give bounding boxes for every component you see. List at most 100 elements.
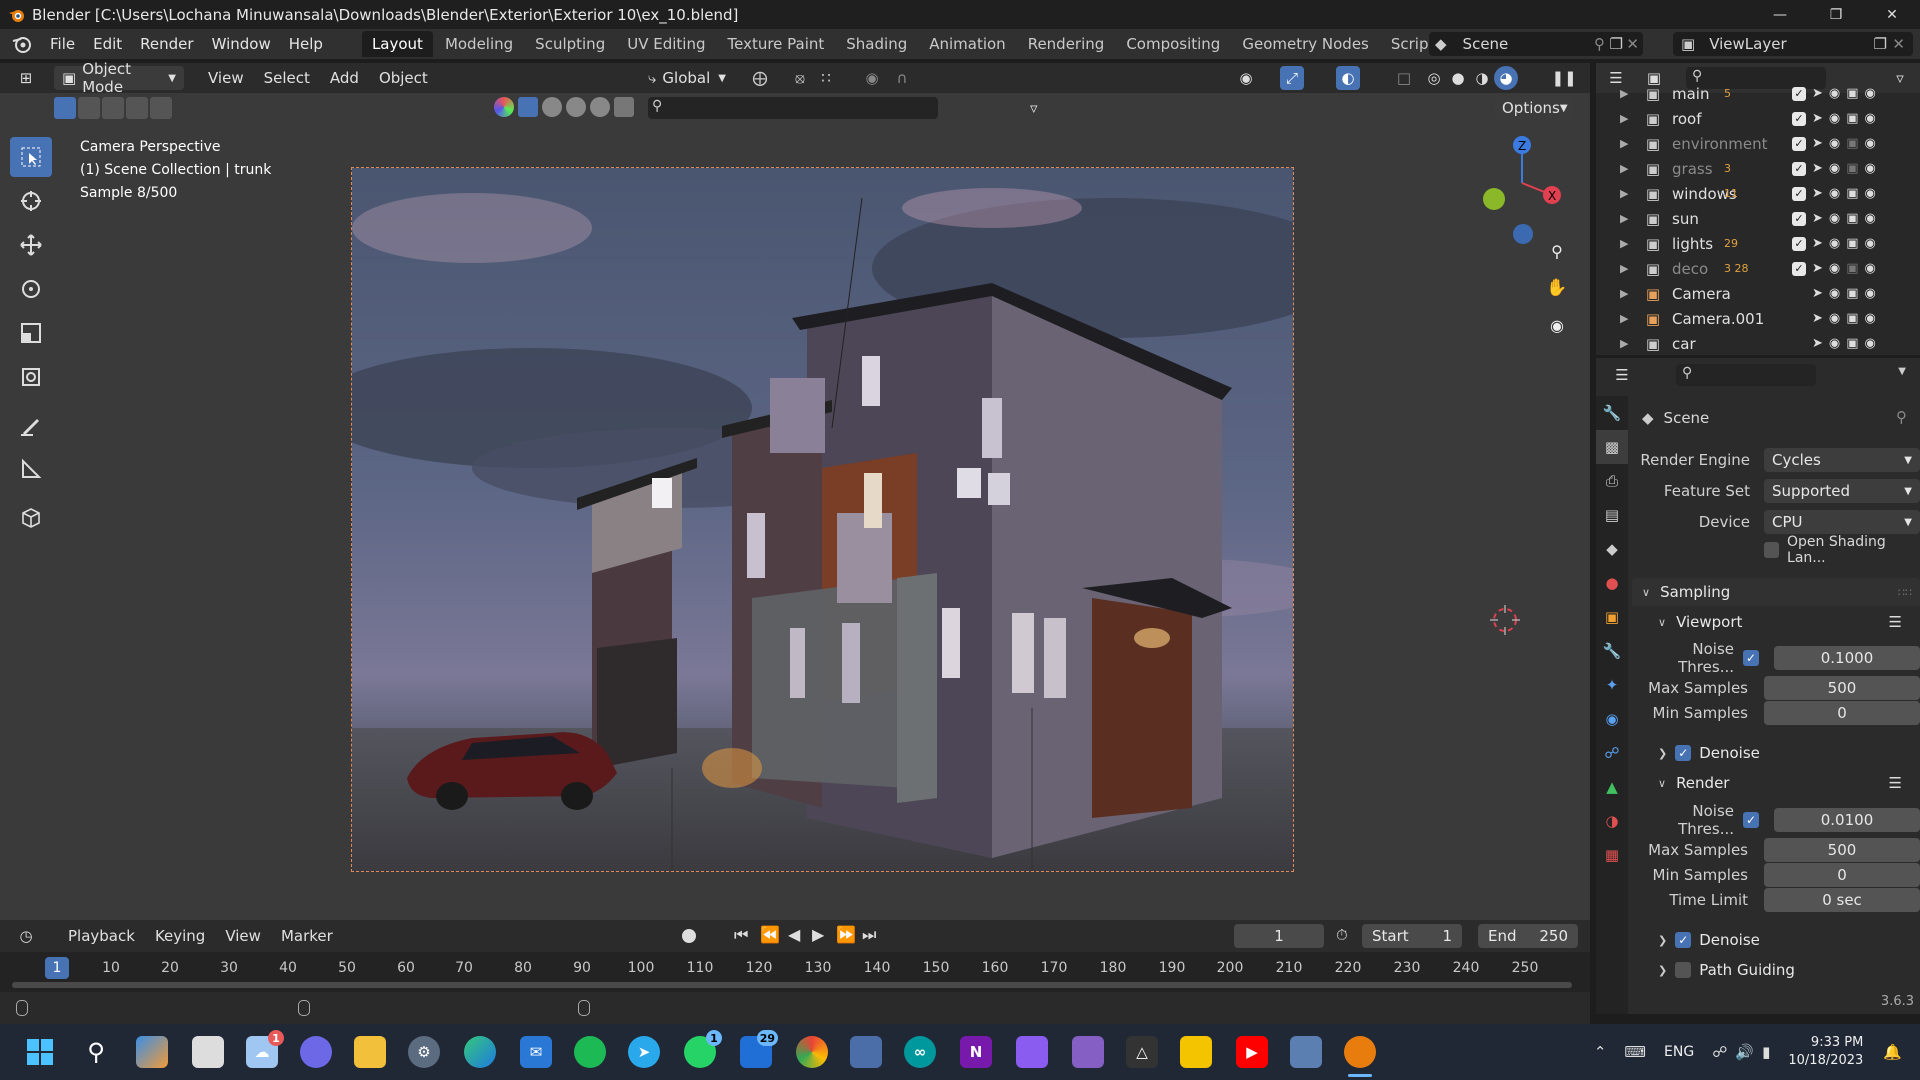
remove-scene-icon[interactable]: ✕ — [1626, 35, 1639, 53]
texture-tab-icon[interactable]: ▦ — [1596, 838, 1628, 872]
selectable-icon[interactable]: ➤ — [1812, 161, 1823, 176]
menu-help[interactable]: Help — [280, 35, 332, 53]
eye-icon[interactable]: ◉ — [1829, 136, 1840, 151]
render-subpanel-header[interactable]: ∨ Render ☰ — [1632, 769, 1920, 797]
viewport-noise-field[interactable]: 0.1000 — [1774, 646, 1920, 670]
menu-keying[interactable]: Keying — [145, 927, 215, 945]
record-icon[interactable] — [682, 929, 696, 943]
eye-icon[interactable]: ◉ — [1829, 286, 1840, 301]
eye-icon[interactable]: ◉ — [1829, 161, 1840, 176]
weather-icon[interactable]: ☁ 1 — [246, 1030, 284, 1068]
start-frame-field[interactable]: Start 1 — [1362, 924, 1462, 948]
render-camera-icon[interactable]: ◉ — [1865, 311, 1876, 326]
render-camera-icon[interactable]: ◉ — [1865, 186, 1876, 201]
language-indicator[interactable]: ENG — [1664, 1044, 1694, 1060]
expand-arrow-icon[interactable]: ▶ — [1620, 87, 1634, 100]
physics-tab-icon[interactable]: ◉ — [1596, 702, 1628, 736]
tool-tab-icon[interactable]: 🔧 — [1596, 396, 1628, 430]
tab-layout[interactable]: Layout — [361, 31, 433, 57]
timeline-scrollbar[interactable] — [12, 982, 1572, 988]
material-tab-icon[interactable]: ◑ — [1596, 804, 1628, 838]
overlay-toggle-icon[interactable]: ◐ — [1336, 66, 1360, 90]
viewport-noise-checkbox[interactable]: ✓ — [1743, 650, 1759, 666]
render-camera-icon[interactable]: ◉ — [1865, 286, 1876, 301]
new-scene-icon[interactable]: ❐ — [1610, 35, 1623, 53]
viewport-disable-icon[interactable]: ▣ — [1846, 86, 1858, 101]
expand-arrow-icon[interactable]: ▶ — [1620, 237, 1634, 250]
unity-icon[interactable]: △ — [1126, 1036, 1158, 1068]
task-view-icon[interactable] — [192, 1036, 224, 1068]
path-guiding-header[interactable]: ❯ Path Guiding — [1632, 956, 1920, 984]
presets-icon[interactable]: ☰ — [1889, 774, 1902, 792]
file-explorer-icon[interactable] — [354, 1036, 386, 1068]
feature-set-dropdown[interactable]: Supported ▼ — [1764, 479, 1920, 503]
render-noise-field[interactable]: 0.0100 — [1774, 808, 1920, 832]
tab-shading[interactable]: Shading — [836, 31, 917, 57]
viewport-disable-icon[interactable]: ▣ — [1846, 161, 1858, 176]
render-camera-icon[interactable]: ◉ — [1865, 111, 1876, 126]
cursor-tool-icon[interactable] — [10, 181, 52, 221]
youtube-icon[interactable]: ▶ — [1236, 1036, 1268, 1068]
sphere-icon[interactable] — [566, 97, 586, 117]
editor-type-icon[interactable]: ⊞ — [14, 66, 38, 90]
path-guiding-checkbox[interactable] — [1675, 962, 1692, 978]
presets-icon[interactable]: ☰ — [1889, 613, 1902, 631]
menu-marker[interactable]: Marker — [271, 927, 343, 945]
new-view-layer-icon[interactable]: ❐ — [1874, 35, 1887, 53]
outliner-row[interactable]: ▶ ▣ car ➤ ◉ ▣ ◉ — [1596, 331, 1920, 355]
expand-arrow-icon[interactable]: ▶ — [1620, 287, 1634, 300]
viewport-disable-icon[interactable]: ▣ — [1846, 186, 1858, 201]
pivot-icon[interactable]: ⨁ — [748, 66, 772, 90]
expand-arrow-icon[interactable]: ▶ — [1620, 337, 1634, 350]
chrome-icon[interactable] — [796, 1036, 828, 1068]
close-button[interactable]: ✕ — [1864, 0, 1920, 29]
eye-icon[interactable]: ◉ — [1829, 111, 1840, 126]
osl-checkbox[interactable] — [1764, 542, 1780, 558]
selectable-icon[interactable]: ➤ — [1812, 286, 1823, 301]
mode-dropdown[interactable]: ▣ Object Mode ▼ — [54, 60, 184, 96]
render-noise-checkbox[interactable]: ✓ — [1743, 812, 1759, 828]
stopwatch-icon[interactable]: ⏱ — [1336, 926, 1348, 944]
sphere-icon[interactable] — [590, 97, 610, 117]
timeline-editor-type-icon[interactable]: ◷ — [14, 924, 38, 948]
add-cube-tool-icon[interactable] — [10, 497, 52, 537]
menu-edit[interactable]: Edit — [84, 35, 131, 53]
chevron-up-icon[interactable]: ⌃ — [1594, 1043, 1607, 1061]
select-extend-icon[interactable] — [78, 97, 100, 119]
outliner-row[interactable]: ▶ ▣ sun ✓ ➤ ◉ ▣ ◉ — [1596, 206, 1920, 231]
visibility-icon[interactable]: ◉ — [1234, 66, 1258, 90]
app-icon[interactable] — [850, 1036, 882, 1068]
render-pass-icons[interactable] — [494, 97, 634, 117]
pin-icon[interactable]: ⚲ — [1896, 408, 1907, 426]
viewport-max-samples-field[interactable]: 500 — [1764, 676, 1920, 700]
sphere-icon[interactable] — [542, 97, 562, 117]
viewport-denoise-checkbox[interactable]: ✓ — [1675, 745, 1692, 761]
menu-window[interactable]: Window — [203, 35, 280, 53]
mail-icon[interactable]: ✉ — [520, 1036, 552, 1068]
selectable-icon[interactable]: ➤ — [1812, 311, 1823, 326]
render-denoise-header[interactable]: ❯ ✓ Denoise — [1632, 926, 1920, 954]
current-frame-field[interactable]: 1 — [1234, 924, 1324, 948]
render-camera-icon[interactable]: ◉ — [1865, 336, 1876, 351]
network-icon[interactable]: ☍ — [1712, 1043, 1727, 1061]
viewport-denoise-header[interactable]: ❯ ✓ Denoise — [1632, 739, 1920, 767]
blender-menu-icon[interactable] — [11, 33, 33, 55]
outliner-row[interactable]: ▶ ▣ grass 3 ✓ ➤ ◉ ▣ ◉ — [1596, 156, 1920, 181]
select-invert-icon[interactable] — [126, 97, 148, 119]
arduino-icon[interactable]: ∞ — [904, 1036, 936, 1068]
edge-icon[interactable] — [464, 1036, 496, 1068]
3d-cursor-icon[interactable] — [1490, 605, 1520, 635]
particles-tab-icon[interactable]: ✦ — [1596, 668, 1628, 702]
next-key-icon[interactable]: ⏩ — [836, 925, 856, 944]
selectable-icon[interactable]: ➤ — [1812, 136, 1823, 151]
whatsapp-icon[interactable]: 1 — [684, 1030, 722, 1068]
pin-icon[interactable]: ⚲ — [1594, 35, 1605, 53]
eye-icon[interactable]: ◉ — [1829, 261, 1840, 276]
solid-shading-icon[interactable]: ● — [1446, 66, 1470, 90]
view-layer-selector[interactable]: ▣ ViewLayer ❐ ✕ — [1673, 32, 1913, 56]
notes-icon[interactable] — [1180, 1036, 1212, 1068]
expand-arrow-icon[interactable]: ▶ — [1620, 112, 1634, 125]
viewport-disable-icon[interactable]: ▣ — [1846, 236, 1858, 251]
exclude-checkbox[interactable]: ✓ — [1792, 261, 1806, 276]
rendered-shading-icon[interactable]: ◕ — [1494, 66, 1518, 90]
